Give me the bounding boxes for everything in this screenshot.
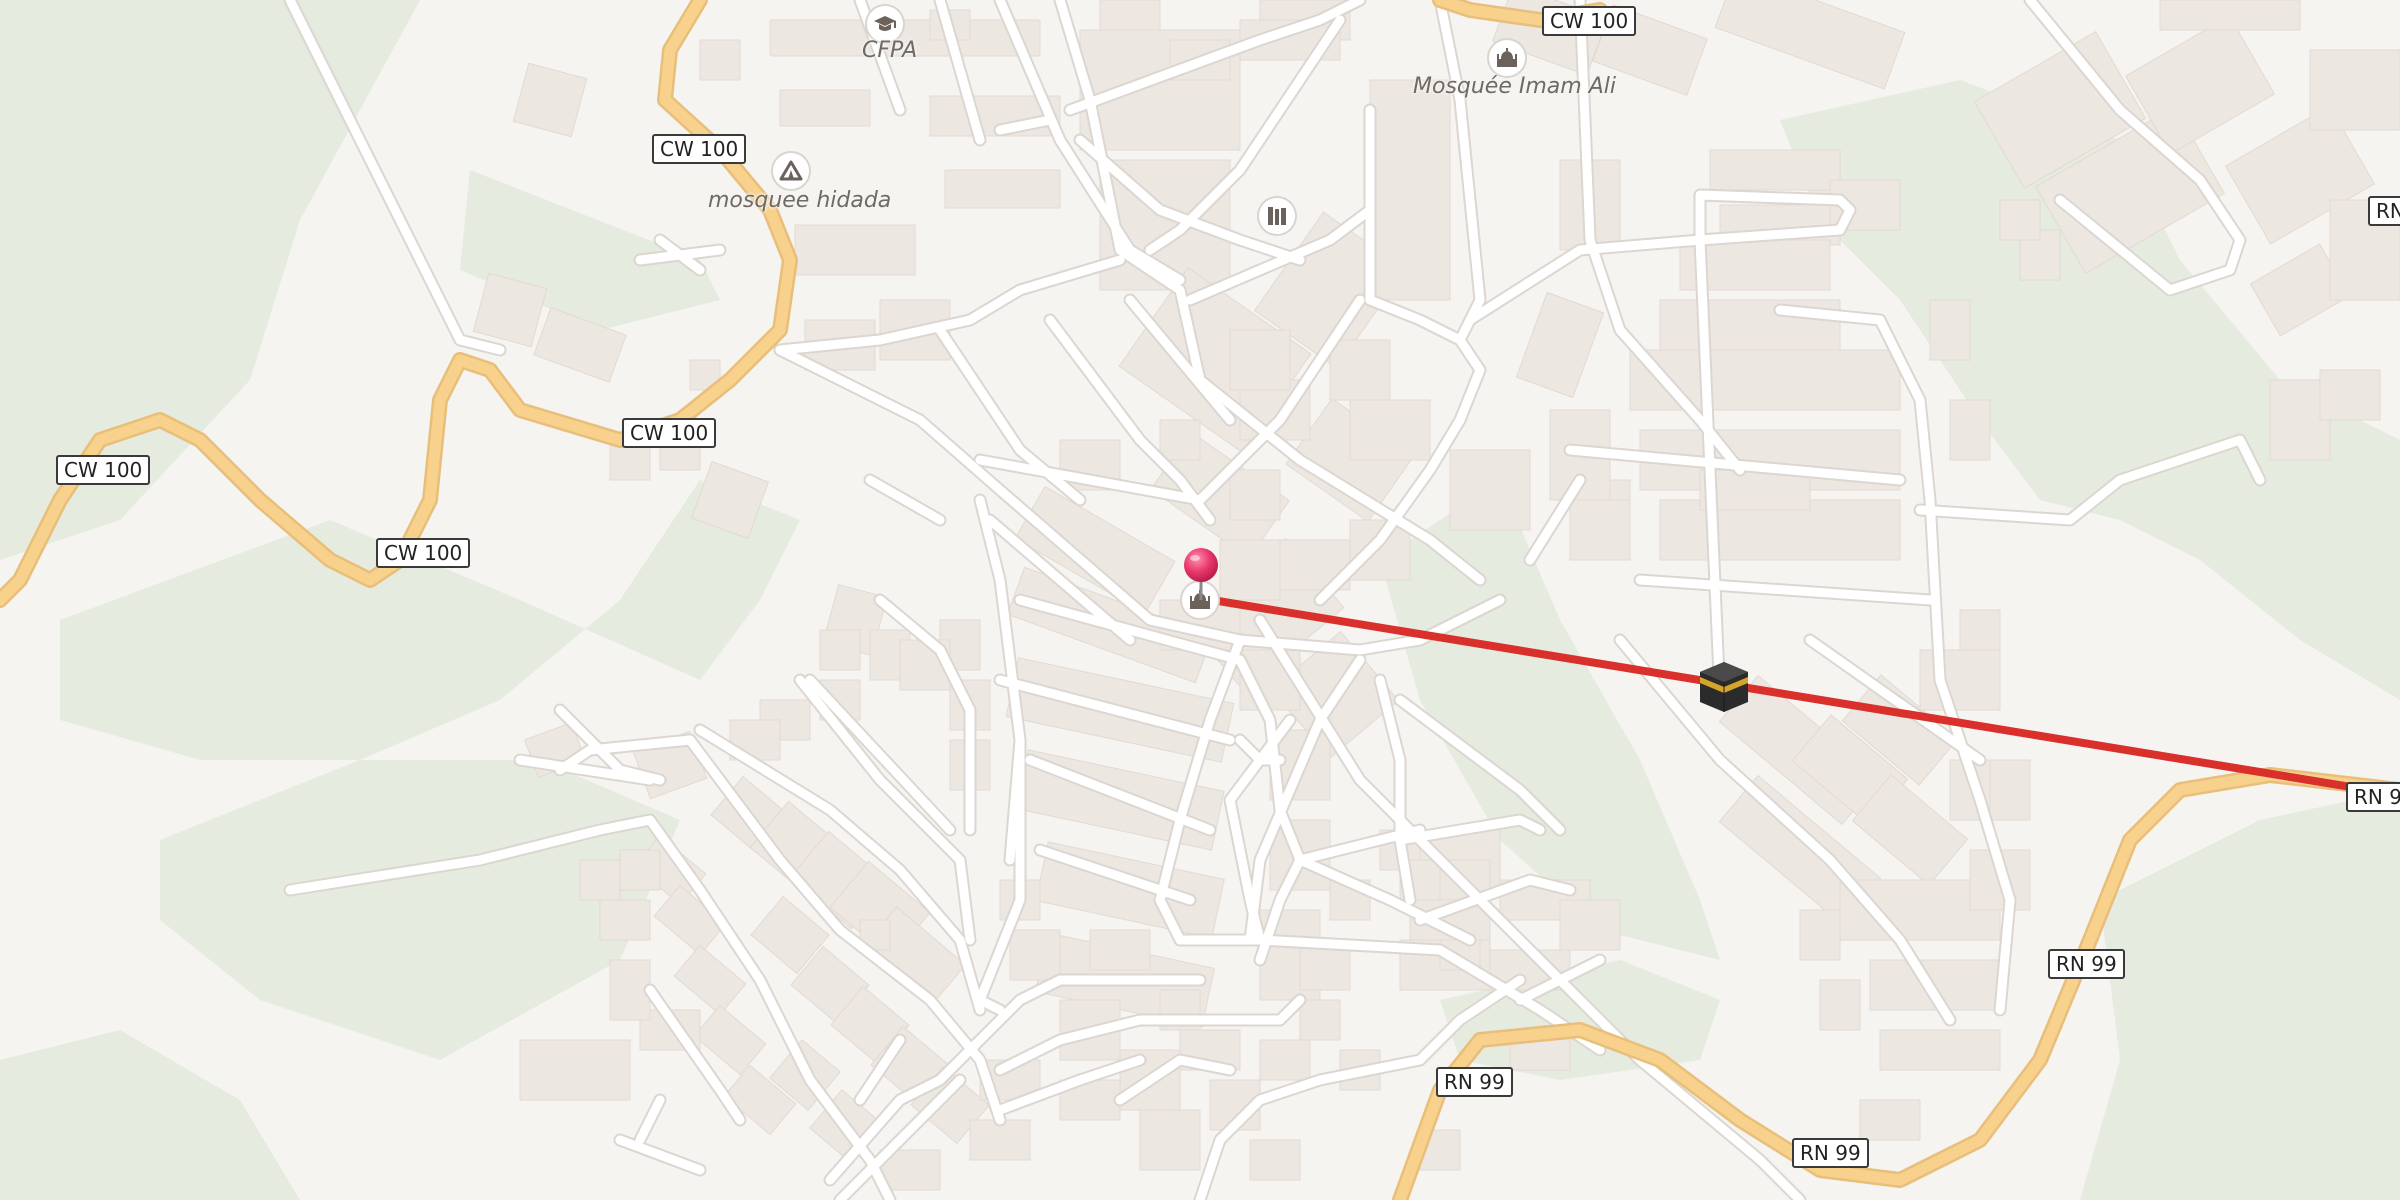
road-shield-rn-partial: RN xyxy=(2368,196,2400,226)
kaaba-icon[interactable] xyxy=(1694,656,1754,716)
location-pin-icon[interactable] xyxy=(1178,546,1224,602)
road-shield-rn99: RN 99 xyxy=(1792,1138,1869,1168)
mosque-icon[interactable] xyxy=(1487,38,1527,78)
poi-label-mosquee-hidada: mosquee hidada xyxy=(708,188,892,213)
road-shield-cw100: CW 100 xyxy=(652,134,747,164)
road-shield-cw100: CW 100 xyxy=(56,455,151,485)
poi-label-cfpa: CFPA xyxy=(862,38,918,63)
road-shield-cw100: CW 100 xyxy=(622,418,717,448)
road-shield-rn99: RN 99 xyxy=(2048,949,2125,979)
road-shield-cw100: CW 100 xyxy=(1542,6,1637,36)
road-shield-rn-partial: RN 9 xyxy=(2346,782,2400,812)
map-canvas[interactable]: CW 100 CW 100 CW 100 CW 100 CW 100 RN 99… xyxy=(0,0,2400,1200)
tent-icon[interactable] xyxy=(771,151,811,191)
road-shield-cw100: CW 100 xyxy=(376,538,471,568)
road-shield-rn99: RN 99 xyxy=(1436,1067,1513,1097)
books-icon[interactable] xyxy=(1257,196,1297,236)
poi-label-mosquee-imam-ali: Mosquée Imam Ali xyxy=(1413,74,1616,99)
